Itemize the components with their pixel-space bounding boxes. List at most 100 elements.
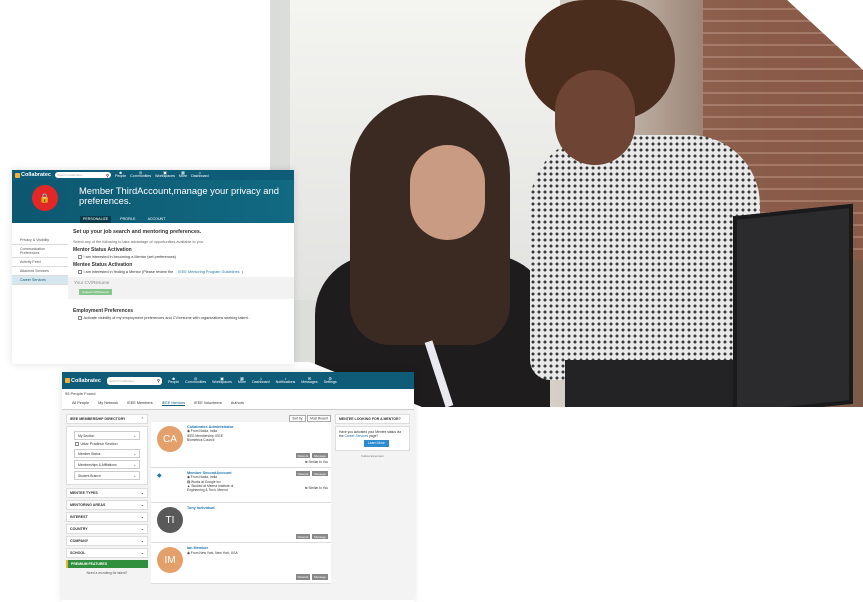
sort-select[interactable]: Most Recent [307, 414, 331, 422]
filter-interest[interactable]: INTEREST ⌄ [66, 512, 148, 522]
nav-people[interactable]: ☻ People [167, 376, 180, 385]
search-input[interactable]: Search Collabratec ⚲ [54, 172, 111, 178]
person-card[interactable]: CA Collabratec Administrator ◉ From Noid… [151, 422, 331, 469]
tab-authors[interactable]: Authors [231, 401, 244, 406]
member-status-select[interactable]: Member Status ⌄ [74, 449, 140, 458]
brand-logo[interactable]: Collabratec [65, 378, 101, 384]
recruiting-link[interactable]: Need a recruiting for talent? [66, 568, 148, 578]
nav-settings[interactable]: ⚙ Settings [324, 376, 337, 385]
learn-more-button[interactable]: Learn More [364, 440, 389, 447]
premium-features-header[interactable]: PREMIUM FEATURES [66, 560, 148, 568]
my-section-select[interactable]: My Section ⌄ [74, 431, 140, 440]
avatar[interactable]: TI [157, 507, 183, 534]
filter-school[interactable]: SCHOOL ⌄ [66, 548, 148, 558]
search-input[interactable]: Search Collabratec ⚲ [106, 376, 162, 385]
avatar[interactable]: ◆ [157, 472, 183, 499]
upload-cv-button[interactable]: Upload CV/Resume [79, 289, 112, 295]
nav-dashboard[interactable]: ⌂ Dashboard [252, 376, 270, 385]
guidelines-link[interactable]: IEEE Mentoring Program Guidelines [178, 270, 239, 274]
career-pane: Set up your job search and mentoring pre… [68, 223, 294, 329]
tab-profile[interactable]: PROFILE [117, 216, 138, 223]
filter-country[interactable]: COUNTRY ⌄ [66, 524, 148, 534]
brand-logo[interactable]: Collabratec [15, 172, 51, 178]
avatar[interactable]: IM [157, 547, 183, 574]
person-card[interactable]: ◆ Member SecondAccount ◉ From Noida, Ind… [151, 468, 331, 504]
nav-workspaces[interactable]: ▣ Workspaces [155, 171, 175, 179]
filter-company[interactable]: COMPANY ⌄ [66, 536, 148, 546]
nav-label: People [167, 379, 180, 384]
network-button[interactable]: Network [295, 453, 311, 459]
message-button[interactable]: Message [312, 471, 328, 477]
tab-personalize[interactable]: PERSONALIZE [80, 215, 112, 223]
mentor-checkbox-row[interactable]: I am interested in becoming a Mentor (se… [78, 255, 289, 259]
location-text: From New York, New York, USA [190, 550, 238, 555]
message-button[interactable]: Message [312, 453, 328, 459]
sidebar-item-communication[interactable]: Communication Preferences [12, 245, 68, 258]
similar-to-you[interactable]: ⇆ Similar to You [305, 486, 328, 490]
employment-checkbox-row[interactable]: Activate visibility of my employment pre… [78, 316, 289, 320]
person-card[interactable]: IM Ian Member ◉ From New York, New York,… [151, 543, 331, 584]
sidebar-item-privacy[interactable]: Privacy & Visibility [12, 236, 68, 245]
tab-all-people[interactable]: All People [72, 401, 89, 406]
top-nav: Collabratec Search Collabratec ⚲ ☻ People … [12, 170, 294, 180]
nav-people[interactable]: ☻ People [115, 171, 126, 179]
nav-more[interactable]: ▦ More [238, 376, 246, 385]
filter-label: MENTEE TYPES [70, 491, 98, 495]
chevron-down-icon: ⌄ [133, 433, 136, 438]
sidebar-item-career[interactable]: Career Services [12, 276, 68, 285]
sidebar-item-services[interactable]: Attached Services [12, 267, 68, 276]
search-icon[interactable]: ⚲ [157, 378, 160, 383]
profile-banner: 🔒 Member ThirdAccount,manage your privac… [12, 180, 294, 223]
results-count: 95 People Found [65, 391, 96, 396]
tab-ieee-members[interactable]: IEEE Members [127, 401, 153, 406]
member-mark-icon: ◆ [157, 473, 162, 480]
nav-label: Communities [185, 379, 207, 384]
nav-more[interactable]: ▦ More [179, 171, 187, 179]
nav-messages[interactable]: ✉ Messages [301, 376, 317, 385]
tab-my-network[interactable]: My Network [98, 401, 118, 406]
tab-ieee-volunteers[interactable]: IEEE Volunteers [194, 401, 222, 406]
search-icon[interactable]: ⚲ [106, 173, 109, 178]
mentee-checkbox-row[interactable]: I am interested in finding a Mentor (Ple… [78, 270, 289, 274]
nav-communities[interactable]: ◎ Communities [185, 376, 207, 385]
mentee-option-label: I am interested in finding a Mentor (Ple… [83, 270, 174, 274]
tab-account[interactable]: ACCOUNT [145, 216, 169, 223]
cv-section: Your CV/Resume Upload CV/Resume [68, 277, 294, 299]
card-actions: Network Message [154, 574, 328, 580]
nav-communities[interactable]: ◎ Communities [130, 171, 151, 179]
sidebar-item-activity[interactable]: Activity Feed [12, 258, 68, 267]
nav-dashboard[interactable]: ⌂ Dashboard [191, 171, 209, 179]
people-tabs: All People My Network IEEE Members IEEE … [62, 398, 414, 410]
filter-mentee-types[interactable]: MENTEE TYPES ⌄ [66, 488, 148, 498]
similar-to-you[interactable]: ⇆ Similar to You [154, 460, 328, 464]
mentor-checkbox[interactable] [78, 255, 82, 259]
message-button[interactable]: Message [312, 574, 328, 580]
student-branch-select[interactable]: Student Branch ⌄ [74, 471, 140, 480]
network-button[interactable]: Network [295, 534, 311, 540]
employment-checkbox[interactable] [78, 316, 82, 320]
uttar-section-row[interactable]: Uttar Pradesh Section [75, 442, 144, 446]
network-button[interactable]: Network [295, 574, 311, 580]
memberships-select[interactable]: Memberships & Affiliations ⌄ [74, 460, 140, 469]
message-button[interactable]: Message [312, 534, 328, 540]
avatar[interactable]: CA [157, 426, 183, 452]
tab-ieee-mentors[interactable]: IEEE Mentors [161, 401, 186, 406]
filter-mentoring-areas[interactable]: MENTORING AREAS ⌄ [66, 500, 148, 510]
lock-icon: 🔒 [39, 192, 51, 203]
people-directory-window: Collabratec Search Collabratec ⚲ ☻ People … [62, 372, 414, 602]
network-button[interactable]: Network [295, 471, 311, 477]
person-name[interactable]: Tony Individual [187, 506, 328, 510]
mentee-checkbox[interactable] [78, 270, 82, 274]
chevron-down-icon: ⌄ [140, 515, 144, 519]
uttar-section-checkbox[interactable] [75, 442, 79, 446]
person-card[interactable]: TI Tony Individual Network Message [151, 503, 331, 544]
mentee-status-title: Mentee Status Activation [73, 262, 133, 268]
nav-label: People [114, 174, 127, 179]
promo-footer-link[interactable]: Follow Extension [335, 454, 410, 458]
career-services-link[interactable]: Career Services [345, 434, 369, 438]
nav-notifications[interactable]: ♪ Notifications [276, 376, 296, 385]
directory-header[interactable]: IEEE MEMBERSHIP DIRECTORY ⌃ [66, 414, 148, 424]
nav-workspaces[interactable]: ▣ Workspaces [212, 376, 232, 385]
person-council: Biometrics Council [187, 437, 215, 442]
user-avatar[interactable]: 🔒 [32, 185, 58, 211]
